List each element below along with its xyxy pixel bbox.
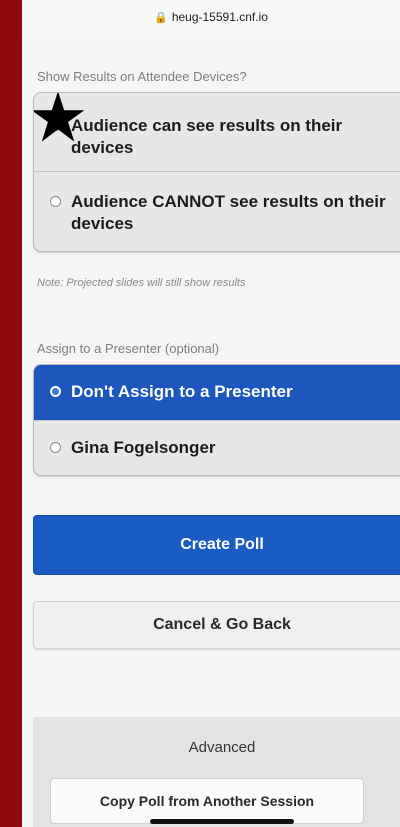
advanced-title: Advanced <box>188 739 256 756</box>
option-dont-assign[interactable]: Don't Assign to a Presenter <box>34 365 400 420</box>
option-label: Don't Assign to a Presenter <box>71 382 293 401</box>
option-gina-fogelsonger[interactable]: Gina Fogelsonger <box>34 420 400 475</box>
url-text: heug-15591.cnf.io <box>171 10 268 24</box>
cancel-button[interactable]: Cancel & Go Back <box>33 601 400 649</box>
radio-button-selected[interactable] <box>50 386 61 397</box>
presenter-options-group: Don't Assign to a Presenter Gina Fogelso… <box>33 364 400 476</box>
create-poll-button[interactable]: Create Poll <box>33 515 400 575</box>
advanced-section: Advanced Copy Poll from Another Session <box>33 717 400 827</box>
radio-button[interactable] <box>50 196 61 207</box>
copy-poll-button[interactable]: Copy Poll from Another Session <box>50 778 364 824</box>
radio-button[interactable] <box>50 442 61 453</box>
option-audience-can-see[interactable]: Audience can see results on their device… <box>34 93 400 171</box>
phone-screen: 🔒 heug-15591.cnf.io Show Results on Atte… <box>22 0 400 827</box>
presenter-section-label: Assign to a Presenter (optional) <box>37 341 220 356</box>
option-label: Audience CANNOT see results on their dev… <box>71 192 386 233</box>
lock-icon: 🔒 <box>154 11 168 24</box>
option-label: Gina Fogelsonger <box>71 438 216 457</box>
browser-url-bar[interactable]: 🔒 heug-15591.cnf.io <box>22 0 400 34</box>
results-section-label: Show Results on Attendee Devices? <box>37 69 247 84</box>
option-audience-cannot-see[interactable]: Audience CANNOT see results on their dev… <box>34 171 400 251</box>
home-indicator <box>150 819 294 824</box>
option-label: Audience can see results on their device… <box>71 116 343 157</box>
results-options-group: Audience can see results on their device… <box>33 92 400 252</box>
results-note: Note: Projected slides will still show r… <box>37 277 246 289</box>
star-icon <box>34 93 85 142</box>
